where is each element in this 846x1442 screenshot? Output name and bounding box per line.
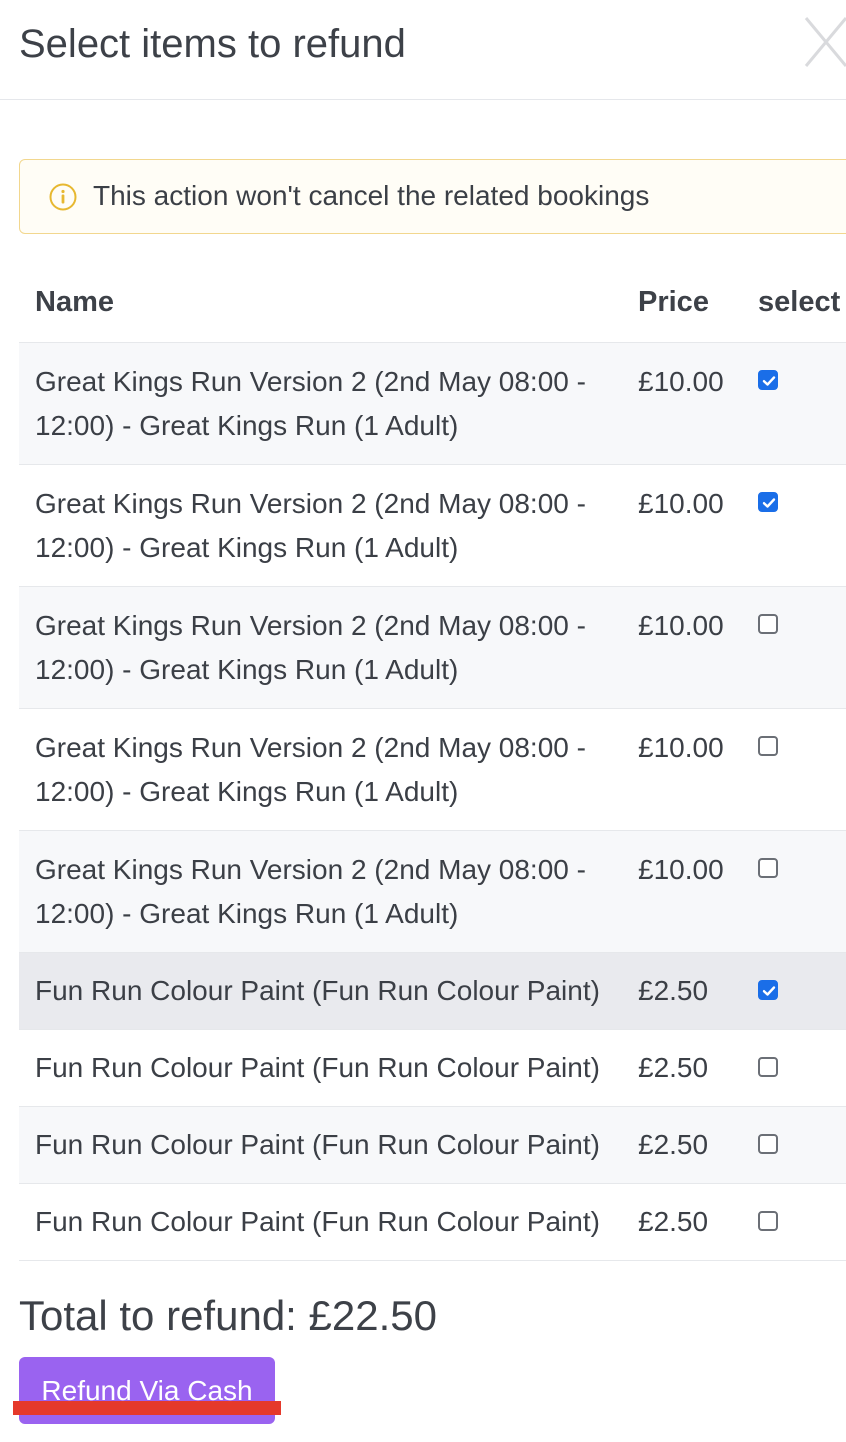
item-price: £2.50 xyxy=(638,1206,709,1237)
item-name: Great Kings Run Version 2 (2nd May 08:00… xyxy=(35,610,586,685)
modal-title: Select items to refund xyxy=(19,22,406,66)
refund-modal: Select items to refund This action won't… xyxy=(0,0,846,1442)
item-price: £2.50 xyxy=(638,975,709,1006)
select-checkbox[interactable] xyxy=(758,614,778,634)
select-checkbox[interactable] xyxy=(758,1134,778,1154)
refund-items-table: Name Price select Great Kings Run Versio… xyxy=(19,266,846,1261)
table-header: Name Price select xyxy=(19,266,846,343)
select-checkbox[interactable] xyxy=(758,980,778,1000)
select-checkbox[interactable] xyxy=(758,1211,778,1231)
info-icon xyxy=(49,183,77,211)
item-price: £2.50 xyxy=(638,1129,709,1160)
select-checkbox[interactable] xyxy=(758,492,778,512)
column-header-select: select xyxy=(758,286,841,318)
alert-text: This action won't cancel the related boo… xyxy=(93,180,650,211)
item-price: £10.00 xyxy=(638,366,724,397)
item-price: £10.00 xyxy=(638,854,724,885)
select-checkbox[interactable] xyxy=(758,736,778,756)
item-name: Great Kings Run Version 2 (2nd May 08:00… xyxy=(35,854,586,929)
table-row: Great Kings Run Version 2 (2nd May 08:00… xyxy=(19,831,846,953)
item-name: Fun Run Colour Paint (Fun Run Colour Pai… xyxy=(35,1129,600,1160)
table-row: Great Kings Run Version 2 (2nd May 08:00… xyxy=(19,465,846,587)
select-checkbox[interactable] xyxy=(758,370,778,390)
item-name: Great Kings Run Version 2 (2nd May 08:00… xyxy=(35,488,586,563)
table-row: Fun Run Colour Paint (Fun Run Colour Pai… xyxy=(19,1030,846,1107)
item-price: £10.00 xyxy=(638,488,724,519)
warning-alert: This action won't cancel the related boo… xyxy=(19,159,846,234)
modal-header: Select items to refund xyxy=(0,0,846,100)
column-header-price: Price xyxy=(638,286,709,318)
item-name: Fun Run Colour Paint (Fun Run Colour Pai… xyxy=(35,1206,600,1237)
select-checkbox[interactable] xyxy=(758,858,778,878)
table-row: Fun Run Colour Paint (Fun Run Colour Pai… xyxy=(19,1107,846,1184)
close-icon[interactable] xyxy=(800,12,846,72)
column-header-name: Name xyxy=(35,286,114,318)
item-price: £10.00 xyxy=(638,610,724,641)
table-row: Great Kings Run Version 2 (2nd May 08:00… xyxy=(19,709,846,831)
select-checkbox[interactable] xyxy=(758,1057,778,1077)
annotation-underline xyxy=(13,1401,281,1415)
refund-total: Total to refund: £22.50 xyxy=(19,1292,437,1339)
item-price: £10.00 xyxy=(638,732,724,763)
table-row: Great Kings Run Version 2 (2nd May 08:00… xyxy=(19,343,846,465)
item-name: Fun Run Colour Paint (Fun Run Colour Pai… xyxy=(35,1052,600,1083)
item-price: £2.50 xyxy=(638,1052,709,1083)
item-name: Fun Run Colour Paint (Fun Run Colour Pai… xyxy=(35,975,600,1006)
item-name: Great Kings Run Version 2 (2nd May 08:00… xyxy=(35,732,586,807)
table-row: Great Kings Run Version 2 (2nd May 08:00… xyxy=(19,587,846,709)
item-name: Great Kings Run Version 2 (2nd May 08:00… xyxy=(35,366,586,441)
table-row: Fun Run Colour Paint (Fun Run Colour Pai… xyxy=(19,1184,846,1261)
table-row: Fun Run Colour Paint (Fun Run Colour Pai… xyxy=(19,953,846,1030)
